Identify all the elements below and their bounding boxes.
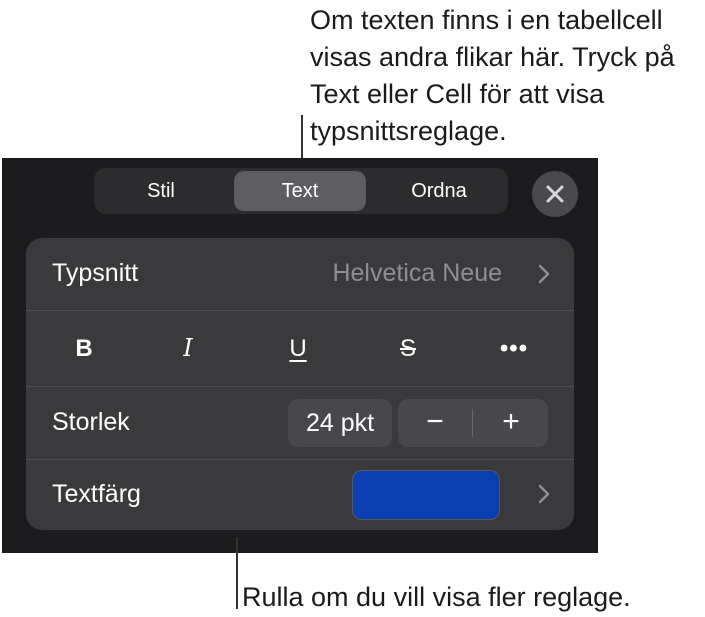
tab-text[interactable]: Text xyxy=(234,171,366,211)
chevron-right-icon xyxy=(538,484,550,504)
strikethrough-button[interactable]: S xyxy=(376,311,440,386)
top-callout-text: Om texten finns i en tabellcell visas an… xyxy=(310,5,675,146)
bottom-leader-line xyxy=(236,537,238,609)
top-leader-line xyxy=(301,115,303,163)
format-tabs: Stil Text Ordna xyxy=(94,168,508,214)
font-row[interactable]: Typsnitt Helvetica Neue xyxy=(26,238,574,310)
decrease-size-button[interactable]: − xyxy=(398,399,472,447)
size-label: Storlek xyxy=(52,408,130,436)
bold-button[interactable]: B xyxy=(52,311,116,386)
style-row: B I U S ••• xyxy=(26,311,574,386)
text-color-label: Textfärg xyxy=(52,480,141,508)
format-panel: Stil Text Ordna Typsnitt Helvetica Neue … xyxy=(2,158,598,553)
stepper-divider xyxy=(472,409,473,437)
increase-size-button[interactable]: + xyxy=(474,399,548,447)
font-value: Helvetica Neue xyxy=(332,259,502,287)
chevron-right-icon xyxy=(538,264,550,284)
more-options-button[interactable]: ••• xyxy=(482,311,546,386)
italic-button[interactable]: I xyxy=(156,311,220,386)
underline-button[interactable]: U xyxy=(266,311,330,386)
text-color-row[interactable]: Textfärg xyxy=(26,460,574,530)
text-format-card: Typsnitt Helvetica Neue B I U S ••• Stor… xyxy=(26,238,574,530)
text-color-swatch[interactable] xyxy=(352,470,500,520)
font-size-stepper: − + xyxy=(398,399,548,447)
font-label: Typsnitt xyxy=(52,259,139,287)
tab-ordna[interactable]: Ordna xyxy=(374,171,504,211)
close-button[interactable] xyxy=(532,171,578,217)
tab-stil[interactable]: Stil xyxy=(96,171,226,211)
bottom-callout-text: Rulla om du vill visa fler reglage. xyxy=(242,582,631,612)
close-icon xyxy=(546,185,564,203)
font-size-value[interactable]: 24 pkt xyxy=(288,399,392,447)
size-row: Storlek 24 pkt − + xyxy=(26,387,574,459)
